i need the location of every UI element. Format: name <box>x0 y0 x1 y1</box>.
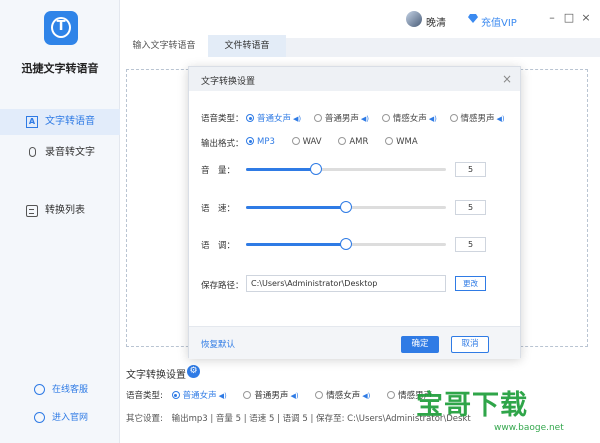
microphone-icon <box>29 147 36 157</box>
voice-type-label: 语音类型： <box>201 114 244 124</box>
output-format-options: MP3 WAV AMR WMA <box>246 137 432 147</box>
pitch-value-input[interactable]: 5 <box>455 237 486 252</box>
slider-thumb[interactable] <box>340 238 352 250</box>
sidebar-item-text-to-speech[interactable]: A 文字转语音 <box>0 109 120 135</box>
slider-fill <box>246 243 346 246</box>
vip-recharge-button[interactable]: 充值VIP <box>481 14 517 29</box>
sidebar-item-label: 文字转语音 <box>45 116 95 127</box>
output-format-label: 输出格式： <box>201 139 244 149</box>
speed-label: 语 速： <box>201 204 236 214</box>
voice-option-male[interactable]: 普通男声 ◀) <box>313 112 369 124</box>
tab-text-input[interactable]: 输入文字转语音 <box>120 35 208 57</box>
conversion-settings-dialog: 文字转换设置 × 语音类型： 普通女声 ◀) 普通男声 ◀) 情感女声 ◀) 情感男声… <box>188 66 521 359</box>
volume-value-input[interactable]: 5 <box>455 162 486 177</box>
format-option-mp3[interactable]: MP3 <box>246 137 275 147</box>
sidebar: T 迅捷文字转语音 A 文字转语音 录音转文字 转换列表 在线客服 进入官网 <box>0 0 120 443</box>
voice-option-female[interactable]: 普通女声 ◀) <box>246 112 301 124</box>
dialog-header: 文字转换设置 × <box>189 67 520 91</box>
format-option-amr[interactable]: AMR <box>338 137 368 147</box>
text-a-icon: A <box>26 116 38 128</box>
speed-value-input[interactable]: 5 <box>455 200 486 215</box>
logo-letter: T <box>56 19 66 34</box>
format-option-wma[interactable]: WMA <box>385 137 418 147</box>
other-settings-label: 其它设置: <box>126 414 163 424</box>
restore-defaults-link[interactable]: 恢复默认 <box>201 338 235 350</box>
title-bar <box>120 0 600 38</box>
sidebar-item-conversion-list[interactable]: 转换列表 <box>0 198 120 224</box>
slider-thumb[interactable] <box>340 201 352 213</box>
sidebar-item-speech-to-text[interactable]: 录音转文字 <box>0 140 120 166</box>
confirm-button[interactable]: 确定 <box>401 336 439 353</box>
bottom-voice-type-row: 语音类型: 普通女声 ◀) 普通男声 ◀) 情感女声 ◀) 情感男声 <box>126 389 446 401</box>
app-logo: T <box>44 11 78 45</box>
speed-slider[interactable] <box>246 201 446 213</box>
app-title: 迅捷文字转语音 <box>21 62 99 75</box>
speaker-icon[interactable]: ◀) <box>293 115 301 123</box>
tab-file-to-speech[interactable]: 文件转语音 <box>208 35 286 57</box>
dialog-footer: 恢复默认 确定 取消 <box>189 326 520 359</box>
bottom-voice-option[interactable]: 普通女声 ◀) <box>171 389 227 401</box>
maximize-button[interactable]: □ <box>563 12 575 24</box>
gear-icon[interactable]: ⚙ <box>187 365 200 378</box>
close-icon[interactable]: × <box>502 72 512 86</box>
save-path-input[interactable]: C:\Users\Administrator\Desktop <box>246 275 446 292</box>
minimize-button[interactable]: – <box>546 12 558 24</box>
speaker-icon[interactable]: ◀) <box>219 392 227 400</box>
voice-type-options: 普通女声 ◀) 普通男声 ◀) 情感女声 ◀) 情感男声 ◀) <box>246 112 505 124</box>
slider-thumb[interactable] <box>310 163 322 175</box>
list-icon <box>26 205 38 217</box>
bottom-other-settings-row: 其它设置: 输出mp3 | 音量 5 | 语速 5 | 语调 5 | 保存至: … <box>126 412 471 424</box>
pitch-slider[interactable] <box>246 238 446 250</box>
speaker-icon[interactable]: ◀) <box>290 392 298 400</box>
online-support-label: 在线客服 <box>52 385 89 395</box>
speaker-icon[interactable]: ◀) <box>497 115 505 123</box>
change-path-button[interactable]: 更改 <box>455 276 486 291</box>
pitch-label: 语 调： <box>201 241 236 251</box>
format-option-wav[interactable]: WAV <box>291 137 322 147</box>
voice-type-label: 语音类型: <box>126 391 163 401</box>
bottom-voice-option[interactable]: 情感女声 ◀) <box>315 389 370 401</box>
username[interactable]: 晚清 <box>426 14 446 29</box>
globe-icon <box>34 412 45 423</box>
slider-fill <box>246 206 346 209</box>
conversion-settings-title: 文字转换设置 <box>126 370 186 381</box>
close-window-button[interactable]: × <box>580 12 592 24</box>
volume-label: 音 量： <box>201 166 236 176</box>
official-site-link[interactable]: 进入官网 <box>0 409 120 427</box>
speaker-icon[interactable]: ◀) <box>361 115 369 123</box>
other-settings-summary: 输出mp3 | 音量 5 | 语速 5 | 语调 5 | 保存至: C:\Use… <box>171 414 471 424</box>
slider-fill <box>246 168 316 171</box>
bottom-voice-option[interactable]: 情感男声 <box>387 389 432 401</box>
bottom-voice-option[interactable]: 普通男声 ◀) <box>243 389 299 401</box>
speaker-icon[interactable]: ◀) <box>429 115 437 123</box>
sidebar-item-label: 录音转文字 <box>45 147 95 158</box>
save-path-label: 保存路径： <box>201 281 244 291</box>
volume-slider[interactable] <box>246 163 446 175</box>
speaker-icon[interactable]: ◀) <box>362 392 370 400</box>
avatar[interactable] <box>406 11 422 27</box>
dialog-title: 文字转换设置 <box>201 77 256 87</box>
headset-icon <box>34 384 45 395</box>
voice-option-emotional-male[interactable]: 情感男声 ◀) <box>449 112 505 124</box>
online-support-link[interactable]: 在线客服 <box>0 381 120 399</box>
cancel-button[interactable]: 取消 <box>451 336 489 353</box>
voice-option-emotional-female[interactable]: 情感女声 ◀) <box>381 112 437 124</box>
sidebar-item-label: 转换列表 <box>45 205 85 216</box>
official-site-label: 进入官网 <box>52 413 89 423</box>
